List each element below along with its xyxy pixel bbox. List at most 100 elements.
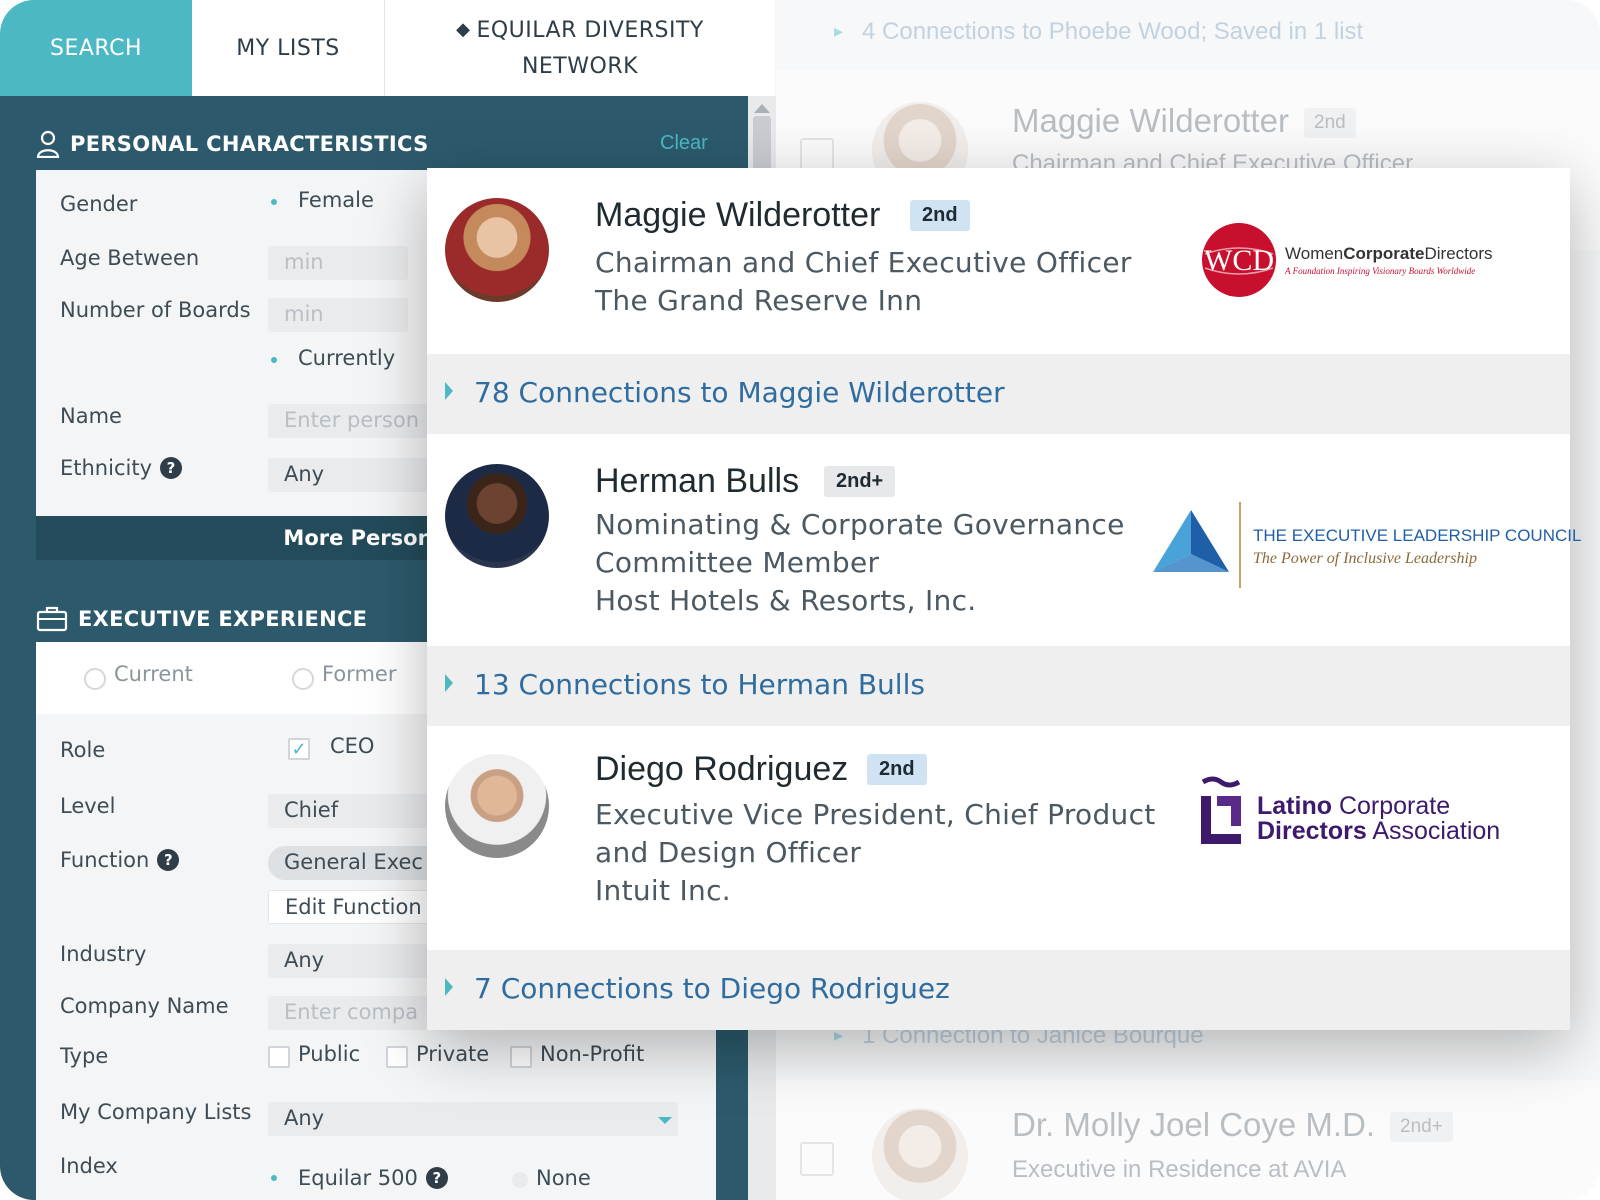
person-title: Executive Vice President, Chief Product <box>595 798 1156 831</box>
app-frame: SEARCH MY LISTS ◆ EQUILAR DIVERSITY NETWO… <box>0 0 1600 1200</box>
degree-badge: 2nd+ <box>824 466 896 497</box>
person-company: The Grand Reserve Inn <box>595 284 923 317</box>
person-name[interactable]: Maggie Wilderotter <box>595 196 880 235</box>
type-private-checkbox[interactable] <box>386 1046 408 1068</box>
avatar <box>445 754 549 858</box>
current-label: Current <box>114 662 193 686</box>
clear-filters-link[interactable]: Clear <box>660 132 708 155</box>
type-public-label: Public <box>298 1042 361 1066</box>
type-public-checkbox[interactable] <box>268 1046 290 1068</box>
connections-link[interactable]: 13 Connections to Herman Bulls <box>474 668 925 701</box>
role-ceo-checkbox[interactable]: ✓ <box>288 738 310 760</box>
person-title-cont: and Design Officer <box>595 836 862 869</box>
age-min-field[interactable]: min <box>268 246 408 280</box>
connections-link[interactable]: 78 Connections to Maggie Wilderotter <box>474 376 1005 409</box>
help-icon[interactable]: ? <box>157 849 180 871</box>
connections-bar-diego[interactable]: 7 Connections to Diego Rodriguez <box>427 950 1570 1030</box>
person-name[interactable]: Herman Bulls <box>595 462 799 501</box>
elc-divider <box>1239 502 1241 588</box>
company-name-label: Company Name <box>60 994 229 1018</box>
boards-currently-radio[interactable] <box>268 354 284 370</box>
gender-label: Gender <box>60 192 138 216</box>
result-row-maggie[interactable]: Maggie Wilderotter 2nd Chairman and Chie… <box>427 168 1570 354</box>
former-label: Former <box>322 662 397 686</box>
help-icon[interactable]: ? <box>425 1167 448 1189</box>
function-label-text: Function <box>60 848 150 872</box>
lcda-logo: Latino Corporate Directors Association <box>1197 776 1537 866</box>
tab-my-lists[interactable]: MY LISTS <box>192 0 385 96</box>
expand-icon <box>445 674 453 692</box>
type-private-label: Private <box>416 1042 490 1066</box>
age-label: Age Between <box>60 246 200 270</box>
elc-logo-mark <box>1153 510 1229 572</box>
briefcase-icon <box>36 606 68 632</box>
wcd-logo-text: WCD <box>1204 244 1274 277</box>
bg-connections-phoebe[interactable]: 4 Connections to Phoebe Wood; Saved in 1… <box>834 18 1363 46</box>
index-equilar-radio[interactable] <box>268 1172 284 1188</box>
wcd-logo: WCD WomenCorporateDirectors A Foundation… <box>1199 220 1499 300</box>
bg-row-checkbox[interactable] <box>800 1142 834 1176</box>
connections-bar-herman[interactable]: 13 Connections to Herman Bulls <box>427 646 1570 726</box>
boards-min-field[interactable]: min <box>268 298 408 332</box>
current-radio[interactable] <box>84 668 106 690</box>
expand-icon <box>445 382 453 400</box>
top-nav: SEARCH MY LISTS ◆ EQUILAR DIVERSITY NETWO… <box>0 0 775 96</box>
type-label: Type <box>60 1044 109 1068</box>
connections-bar-maggie[interactable]: 78 Connections to Maggie Wilderotter <box>427 354 1570 434</box>
person-title: Nominating & Corporate Governance <box>595 508 1125 541</box>
avatar <box>445 198 549 302</box>
result-row-diego[interactable]: Diego Rodriguez 2nd Executive Vice Presi… <box>427 726 1570 950</box>
type-nonprofit-checkbox[interactable] <box>510 1046 532 1068</box>
wcd-wordmark: WomenCorporateDirectors <box>1285 244 1493 263</box>
index-equilar-label: Equilar 500? <box>298 1166 448 1190</box>
former-radio[interactable] <box>292 668 314 690</box>
index-label: Index <box>60 1154 118 1178</box>
boards-currently-label: Currently <box>298 346 396 370</box>
degree-badge: 2nd <box>867 754 927 785</box>
avatar <box>445 464 549 568</box>
help-icon[interactable]: ? <box>160 457 182 479</box>
gender-female-radio[interactable] <box>268 196 284 212</box>
result-row-herman[interactable]: Herman Bulls 2nd+ Nominating & Corporate… <box>427 434 1581 646</box>
ethnicity-label: Ethnicity? <box>60 456 182 480</box>
role-label: Role <box>60 738 106 762</box>
company-lists-select[interactable]: Any <box>268 1102 678 1136</box>
executive-experience-title: EXECUTIVE EXPERIENCE <box>78 607 368 631</box>
type-nonprofit-label: Non-Profit <box>540 1042 645 1066</box>
person-name[interactable]: Diego Rodriguez <box>595 750 848 789</box>
tab-network-line1: EQUILAR DIVERSITY <box>476 17 704 43</box>
index-equilar-text: Equilar 500 <box>298 1166 418 1190</box>
tab-diversity-network[interactable]: ◆ EQUILAR DIVERSITY NETWORK <box>385 0 775 96</box>
index-none-radio[interactable] <box>512 1172 528 1188</box>
gender-female-label: Female <box>298 188 374 212</box>
diamond-icon: ◆ <box>456 18 471 40</box>
person-title-cont: Committee Member <box>595 546 880 579</box>
elc-tagline: The Power of Inclusive Leadership <box>1253 550 1477 567</box>
industry-label: Industry <box>60 942 147 966</box>
person-title: Chairman and Chief Executive Officer <box>595 246 1132 279</box>
function-label: Function? <box>60 848 180 872</box>
scroll-up-icon[interactable] <box>754 104 770 113</box>
bg-degree-badge: 2nd+ <box>1390 1112 1453 1142</box>
connections-link[interactable]: 7 Connections to Diego Rodriguez <box>474 972 950 1005</box>
executive-experience-header: EXECUTIVE EXPERIENCE <box>36 606 367 632</box>
degree-badge: 2nd <box>910 200 970 231</box>
person-company: Intuit Inc. <box>595 874 731 907</box>
person-icon <box>36 130 60 158</box>
bg-person-title: Executive in Residence at AVIA <box>1012 1156 1347 1183</box>
company-lists-label: My Company Lists <box>60 1100 252 1124</box>
tab-search[interactable]: SEARCH <box>0 0 192 96</box>
level-label: Level <box>60 794 116 818</box>
personal-characteristics-header: PERSONAL CHARACTERISTICS <box>36 130 429 158</box>
chevron-down-icon[interactable] <box>658 1117 672 1124</box>
elc-logo: THE EXECUTIVE LEADERSHIP COUNCIL The Pow… <box>1151 502 1581 592</box>
wcd-tagline: A Foundation Inspiring Visionary Boards … <box>1285 266 1476 276</box>
bg-person-name[interactable]: Maggie Wilderotter <box>1012 102 1289 140</box>
role-ceo-label: CEO <box>330 734 375 758</box>
results-overlay-card: Maggie Wilderotter 2nd Chairman and Chie… <box>427 168 1581 1030</box>
bg-person-name[interactable]: Dr. Molly Joel Coye M.D. <box>1012 1106 1375 1144</box>
bg-row-checkbox[interactable] <box>800 138 834 172</box>
wcd-logo-mark: WCD <box>1202 223 1276 297</box>
expand-icon <box>445 978 453 996</box>
lcda-name: Latino Corporate Directors Association <box>1257 792 1501 845</box>
